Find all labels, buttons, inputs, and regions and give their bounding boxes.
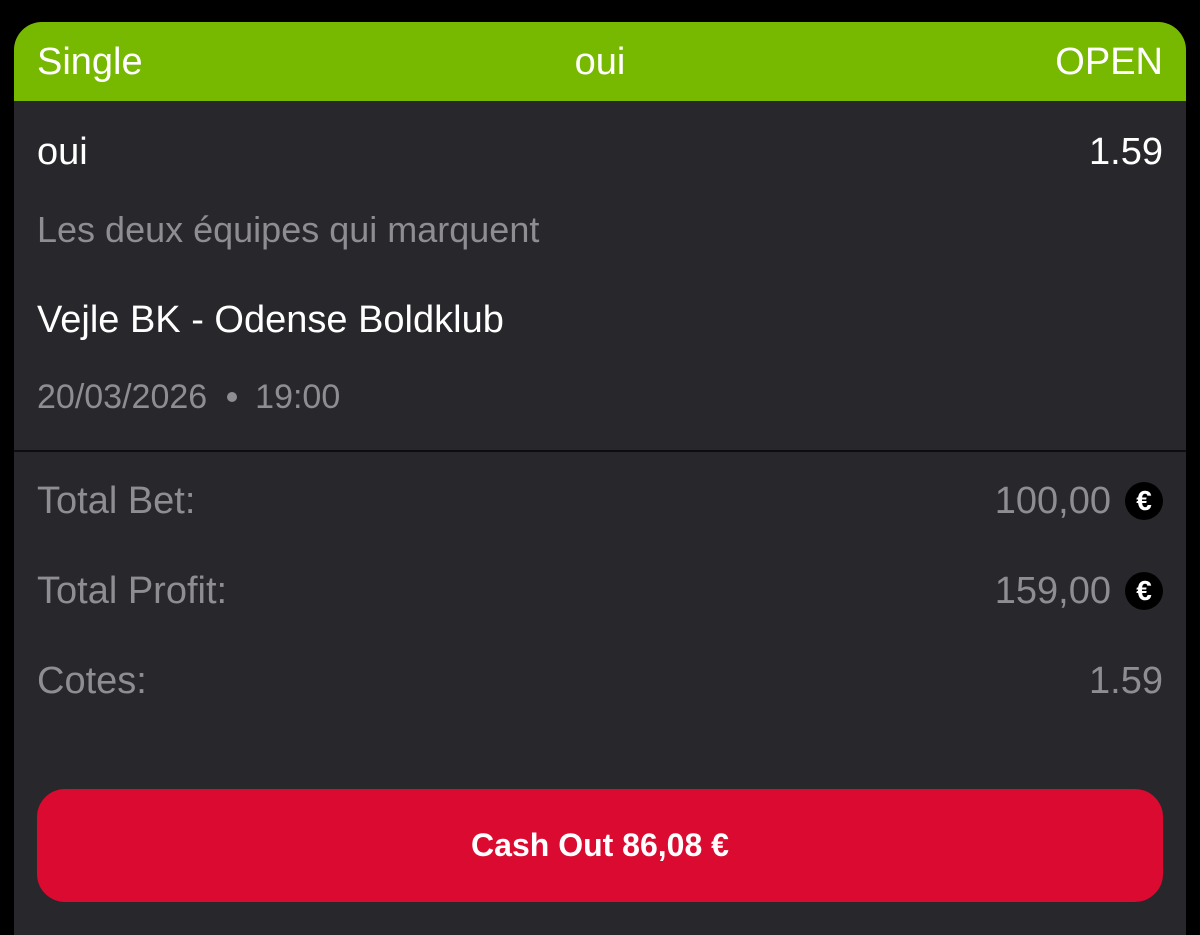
bet-header: Single oui OPEN [14, 22, 1186, 101]
event-name: Vejle BK - Odense Boldklub [37, 299, 504, 341]
dot-separator-icon [227, 392, 238, 403]
total-bet-value: 100,00 [994, 480, 1111, 522]
event-date: 20/03/2026 [37, 378, 208, 416]
total-profit-value-group: 159,00 € [995, 568, 1163, 614]
divider [14, 450, 1186, 452]
bet-card: Single oui OPEN oui 1.59 Les deux équipe… [14, 22, 1186, 935]
odds-value: 1.59 [1089, 660, 1163, 702]
odds-row: Cotes: 1.59 [37, 658, 1163, 704]
cash-out-button[interactable]: Cash Out 86,08 € [37, 789, 1163, 902]
total-profit-row: Total Profit: 159,00 € [37, 568, 1163, 614]
euro-icon: € [1125, 572, 1163, 610]
total-bet-label: Total Bet: [37, 480, 196, 522]
market-name: Les deux équipes qui marquent [37, 209, 540, 250]
euro-icon: € [1125, 482, 1163, 520]
event-datetime: 20/03/2026 19:00 [37, 377, 340, 417]
event-time: 19:00 [255, 378, 341, 416]
selection-name: oui [37, 131, 88, 173]
selection-row: oui 1.59 [37, 130, 1163, 174]
total-bet-value-group: 100,00 € [995, 478, 1163, 524]
total-profit-label: Total Profit: [37, 570, 228, 612]
total-bet-row: Total Bet: 100,00 € [37, 478, 1163, 524]
bet-status-badge: OPEN [1055, 41, 1163, 83]
selection-odds: 1.59 [1089, 131, 1163, 173]
odds-label: Cotes: [37, 660, 147, 702]
header-selection: oui [574, 41, 626, 83]
total-profit-value: 159,00 [994, 570, 1111, 612]
